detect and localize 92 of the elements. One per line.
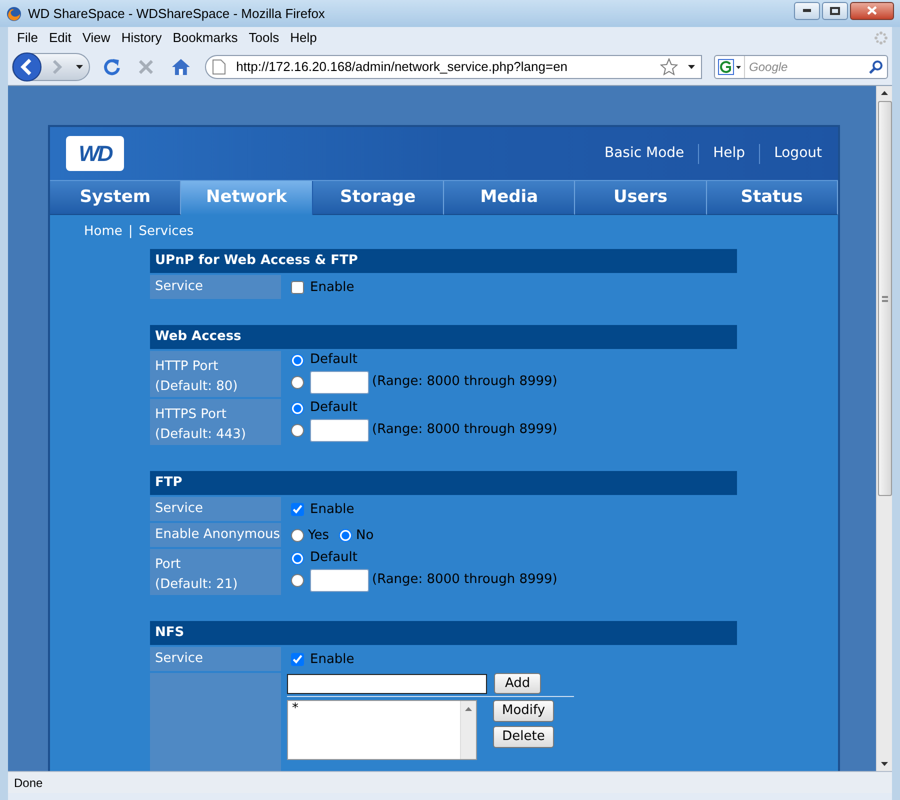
- back-forward-control[interactable]: [12, 53, 90, 81]
- section-header: UPnP for Web Access & FTP: [150, 249, 737, 273]
- breadcrumb-separator: |: [128, 223, 133, 242]
- checkbox-label: Enable: [310, 651, 354, 670]
- wd-logo: WD: [66, 136, 124, 171]
- maximize-button[interactable]: [822, 2, 848, 20]
- range-hint: (Range: 8000 through 8999): [372, 421, 558, 440]
- menu-item[interactable]: History: [116, 28, 167, 48]
- search-input[interactable]: Google: [749, 58, 870, 76]
- scroll-up-icon[interactable]: [881, 91, 888, 95]
- radio-button[interactable]: [291, 402, 304, 414]
- field-label: HTTPS Port: [155, 406, 228, 424]
- minimize-icon: [803, 9, 811, 12]
- nav-tab[interactable]: Users: [575, 181, 707, 215]
- scrollbar[interactable]: [876, 86, 892, 771]
- field-label: Service: [155, 650, 204, 668]
- nav-tab[interactable]: System: [50, 181, 182, 215]
- dropdown-caret-icon[interactable]: [76, 65, 83, 69]
- menu-item[interactable]: Help: [285, 28, 322, 48]
- field-label: Port: [155, 556, 182, 574]
- section-header: NFS: [150, 621, 737, 645]
- add-button[interactable]: Add: [494, 673, 542, 694]
- radio-button[interactable]: [291, 552, 304, 564]
- home-icon[interactable]: [171, 58, 192, 76]
- maximize-icon: [830, 6, 840, 14]
- radio-label: No: [356, 527, 374, 546]
- window-title: WD ShareSpace - WDShareSpace - Mozilla Firefox: [28, 4, 325, 23]
- star-icon[interactable]: [660, 58, 678, 76]
- list-action-button[interactable]: Modify: [493, 700, 554, 722]
- status-text: Done: [14, 774, 43, 792]
- field-label: Service: [155, 500, 204, 518]
- address-bar[interactable]: http://172.16.20.168/admin/network_service.php?lang=en: [205, 55, 702, 79]
- search-field[interactable]: Google: [714, 55, 888, 79]
- host-list[interactable]: *: [287, 700, 477, 760]
- radio-button[interactable]: [291, 424, 304, 436]
- nfs-host-input[interactable]: [287, 674, 487, 694]
- header-link[interactable]: Help: [713, 143, 746, 164]
- url-text: http://172.16.20.168/admin/network_service.php?lang=en: [236, 58, 568, 76]
- field-label: HTTP Port: [155, 358, 220, 376]
- firefox-icon: [6, 6, 22, 22]
- nav-tab[interactable]: Status: [706, 181, 838, 215]
- radio-button[interactable]: [291, 528, 304, 542]
- section-header: FTP: [150, 471, 737, 495]
- dropdown-caret-icon[interactable]: [688, 65, 696, 69]
- nav-tab[interactable]: Media: [444, 181, 576, 215]
- header-link[interactable]: Logout: [774, 143, 822, 164]
- checkbox[interactable]: [291, 280, 304, 294]
- close-icon: [867, 6, 877, 15]
- field-note: (Default: 21): [155, 576, 239, 594]
- radio-label: Default: [310, 351, 358, 370]
- field-note: (Default: 443): [155, 426, 247, 444]
- list-action-button[interactable]: Delete: [493, 726, 554, 748]
- reload-icon[interactable]: [102, 57, 122, 77]
- radio-button[interactable]: [291, 354, 304, 366]
- menu-item[interactable]: Tools: [244, 28, 284, 48]
- breadcrumb-link[interactable]: Services: [138, 222, 194, 242]
- scrollbar-thumb[interactable]: [878, 101, 892, 496]
- port-input[interactable]: [310, 370, 369, 394]
- radio-label: Yes: [308, 527, 329, 546]
- search-icon[interactable]: [869, 60, 884, 74]
- minimize-button[interactable]: [794, 2, 820, 20]
- radio-button[interactable]: [291, 574, 304, 586]
- port-input[interactable]: [310, 418, 369, 442]
- scroll-down-icon[interactable]: [881, 762, 888, 766]
- search-engine-icon[interactable]: [718, 59, 734, 75]
- radio-button[interactable]: [291, 376, 304, 388]
- menu-item[interactable]: Bookmarks: [168, 28, 243, 48]
- checkbox[interactable]: [291, 502, 304, 516]
- list-item[interactable]: *: [292, 701, 456, 717]
- breadcrumb-link[interactable]: Home: [84, 222, 122, 242]
- range-hint: (Range: 8000 through 8999): [372, 571, 558, 590]
- port-input[interactable]: [310, 568, 369, 592]
- menu-item[interactable]: View: [77, 28, 116, 48]
- checkbox[interactable]: [291, 652, 304, 666]
- checkbox-label: Enable: [310, 279, 354, 298]
- nav-tab[interactable]: Storage: [312, 181, 444, 215]
- loading-throbber-icon: [874, 31, 888, 45]
- dropdown-caret-icon[interactable]: [736, 66, 742, 68]
- close-button[interactable]: [850, 2, 894, 20]
- field-note: (Default: 80): [155, 378, 239, 396]
- checkbox-label: Enable: [310, 501, 354, 520]
- range-hint: (Range: 8000 through 8999): [372, 373, 558, 392]
- menu-item[interactable]: Edit: [44, 28, 76, 48]
- field-label: Enable Anonymous: [155, 526, 280, 544]
- section-header: Web Access: [150, 325, 737, 349]
- menu-item[interactable]: File: [12, 28, 43, 48]
- header-link[interactable]: Basic Mode: [604, 143, 684, 164]
- radio-label: Default: [310, 549, 358, 568]
- radio-button[interactable]: [339, 528, 352, 542]
- field-label: Service: [155, 278, 204, 296]
- radio-label: Default: [310, 399, 358, 418]
- page-icon: [212, 59, 226, 75]
